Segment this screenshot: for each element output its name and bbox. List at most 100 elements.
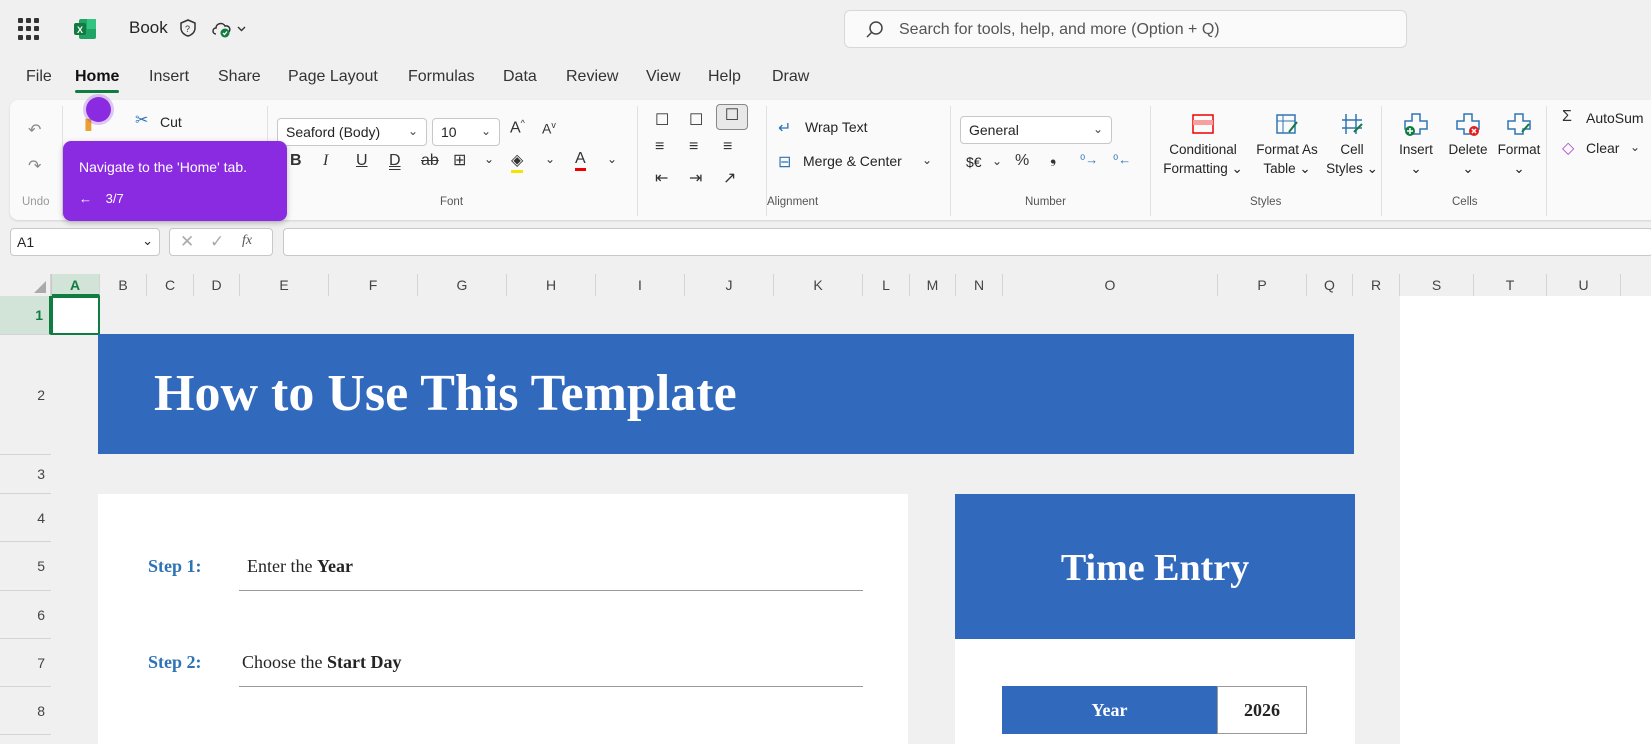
- font-color-dropdown-icon[interactable]: ⌄: [607, 152, 617, 166]
- column-header[interactable]: G: [418, 274, 507, 296]
- column-header[interactable]: B: [100, 274, 147, 296]
- row-header[interactable]: 1: [0, 296, 51, 335]
- confirm-icon[interactable]: ✓: [210, 232, 224, 252]
- sensitivity-shield-icon[interactable]: ?: [178, 18, 198, 38]
- cell-styles-button[interactable]: Cell Styles ⌄: [1324, 112, 1380, 178]
- tab-home[interactable]: Home: [75, 68, 120, 93]
- delete-cells-button[interactable]: Delete ⌄: [1444, 112, 1492, 178]
- column-header[interactable]: I: [596, 274, 685, 296]
- formula-input[interactable]: [283, 228, 1651, 256]
- search-box[interactable]: Search for tools, help, and more (Option…: [844, 10, 1407, 48]
- tab-share[interactable]: Share: [218, 68, 261, 86]
- row-header[interactable]: 2: [0, 335, 51, 455]
- tab-data[interactable]: Data: [503, 68, 537, 86]
- format-cells-button[interactable]: Format ⌄: [1494, 112, 1544, 178]
- align-right-icon[interactable]: ≡: [723, 138, 732, 156]
- fill-color-icon[interactable]: ◈: [511, 150, 524, 173]
- number-format-dropdown[interactable]: General ⌄: [960, 116, 1112, 144]
- merge-dropdown-icon[interactable]: ⌄: [922, 153, 932, 167]
- double-underline-icon[interactable]: D: [389, 152, 401, 170]
- increase-indent-icon[interactable]: ⇥: [689, 168, 702, 188]
- column-header[interactable]: S: [1400, 274, 1474, 296]
- font-family-dropdown[interactable]: Seaford (Body) ⌄: [277, 118, 427, 146]
- worksheet-empty-area[interactable]: [1400, 296, 1651, 744]
- column-header[interactable]: F: [329, 274, 418, 296]
- tab-review[interactable]: Review: [566, 68, 618, 86]
- column-header[interactable]: K: [774, 274, 863, 296]
- clear-button[interactable]: Clear: [1586, 140, 1619, 156]
- app-launcher-icon[interactable]: [18, 18, 40, 40]
- tab-formulas[interactable]: Formulas: [408, 68, 475, 86]
- italic-icon[interactable]: I: [323, 152, 328, 170]
- underline-icon[interactable]: U: [356, 152, 368, 170]
- cut-button[interactable]: Cut: [160, 114, 182, 130]
- format-as-table-button[interactable]: Format As Table ⌄: [1252, 112, 1322, 178]
- currency-dropdown-icon[interactable]: ⌄: [992, 154, 1002, 168]
- column-header[interactable]: E: [240, 274, 329, 296]
- document-title[interactable]: Book: [129, 18, 168, 38]
- decrease-font-icon[interactable]: Av: [542, 120, 556, 137]
- align-center-icon[interactable]: ≡: [689, 138, 698, 156]
- merge-center-icon[interactable]: ⊟: [778, 152, 791, 172]
- row-header[interactable]: 6: [0, 591, 51, 639]
- column-header[interactable]: A: [51, 274, 100, 296]
- cut-icon[interactable]: ✂: [135, 110, 148, 130]
- autosum-icon[interactable]: Σ: [1562, 108, 1572, 126]
- name-box[interactable]: A1 ⌄: [10, 228, 160, 256]
- eraser-icon[interactable]: ◇: [1562, 138, 1574, 158]
- decrease-decimal-icon[interactable]: ⁰←: [1113, 152, 1131, 168]
- align-top-icon[interactable]: ☐: [655, 110, 669, 130]
- column-header[interactable]: Q: [1307, 274, 1353, 296]
- column-header[interactable]: C: [147, 274, 194, 296]
- tab-insert[interactable]: Insert: [149, 68, 189, 86]
- column-header[interactable]: M: [910, 274, 956, 296]
- column-header[interactable]: J: [685, 274, 774, 296]
- row-header[interactable]: 5: [0, 542, 51, 591]
- align-bottom-icon[interactable]: ☐: [716, 104, 748, 130]
- conditional-formatting-button[interactable]: Conditional Formatting ⌄: [1158, 112, 1248, 178]
- font-size-dropdown[interactable]: 10 ⌄: [432, 118, 500, 146]
- autosum-button[interactable]: AutoSum: [1586, 110, 1644, 126]
- borders-dropdown-icon[interactable]: ⌄: [484, 152, 494, 166]
- column-header[interactable]: U: [1547, 274, 1621, 296]
- comma-style-icon[interactable]: ❟: [1050, 150, 1056, 168]
- insert-cells-button[interactable]: Insert ⌄: [1392, 112, 1440, 178]
- align-left-icon[interactable]: ≡: [655, 138, 664, 156]
- row-header[interactable]: 7: [0, 639, 51, 687]
- tab-page-layout[interactable]: Page Layout: [288, 68, 378, 86]
- column-header[interactable]: P: [1218, 274, 1307, 296]
- column-header[interactable]: O: [1003, 274, 1218, 296]
- column-header[interactable]: T: [1474, 274, 1547, 296]
- row-header[interactable]: 3: [0, 455, 51, 494]
- cloud-saved-icon[interactable]: [211, 19, 247, 39]
- row-header[interactable]: 8: [0, 687, 51, 735]
- fill-dropdown-icon[interactable]: ⌄: [545, 152, 555, 166]
- bold-icon[interactable]: B: [290, 152, 302, 170]
- percent-icon[interactable]: %: [1015, 152, 1029, 170]
- undo-icon[interactable]: ↶: [28, 120, 41, 140]
- tab-file[interactable]: File: [26, 68, 52, 86]
- column-header[interactable]: L: [863, 274, 910, 296]
- cancel-icon[interactable]: ✕: [180, 232, 194, 252]
- clear-dropdown-icon[interactable]: ⌄: [1630, 140, 1640, 154]
- insert-function-icon[interactable]: fx: [242, 233, 252, 249]
- font-color-icon[interactable]: A: [575, 150, 586, 171]
- guide-hotspot[interactable]: [86, 97, 111, 122]
- selected-cell-a1[interactable]: [51, 296, 100, 335]
- column-header[interactable]: H: [507, 274, 596, 296]
- orientation-icon[interactable]: ↗: [723, 168, 736, 188]
- align-middle-icon[interactable]: ☐: [689, 110, 703, 130]
- year-value-cell[interactable]: 2026: [1217, 686, 1307, 734]
- redo-icon[interactable]: ↷: [28, 156, 41, 176]
- wrap-text-button[interactable]: Wrap Text: [805, 119, 868, 135]
- column-header[interactable]: D: [194, 274, 240, 296]
- select-all-corner[interactable]: [0, 274, 51, 296]
- tab-view[interactable]: View: [646, 68, 680, 86]
- wrap-text-icon[interactable]: ↵: [778, 118, 791, 138]
- currency-button[interactable]: $€: [966, 154, 982, 170]
- tab-help[interactable]: Help: [708, 68, 741, 86]
- tab-draw[interactable]: Draw: [772, 68, 809, 86]
- column-header[interactable]: R: [1353, 274, 1400, 296]
- merge-center-button[interactable]: Merge & Center: [803, 153, 902, 169]
- borders-icon[interactable]: ⊞: [453, 150, 466, 170]
